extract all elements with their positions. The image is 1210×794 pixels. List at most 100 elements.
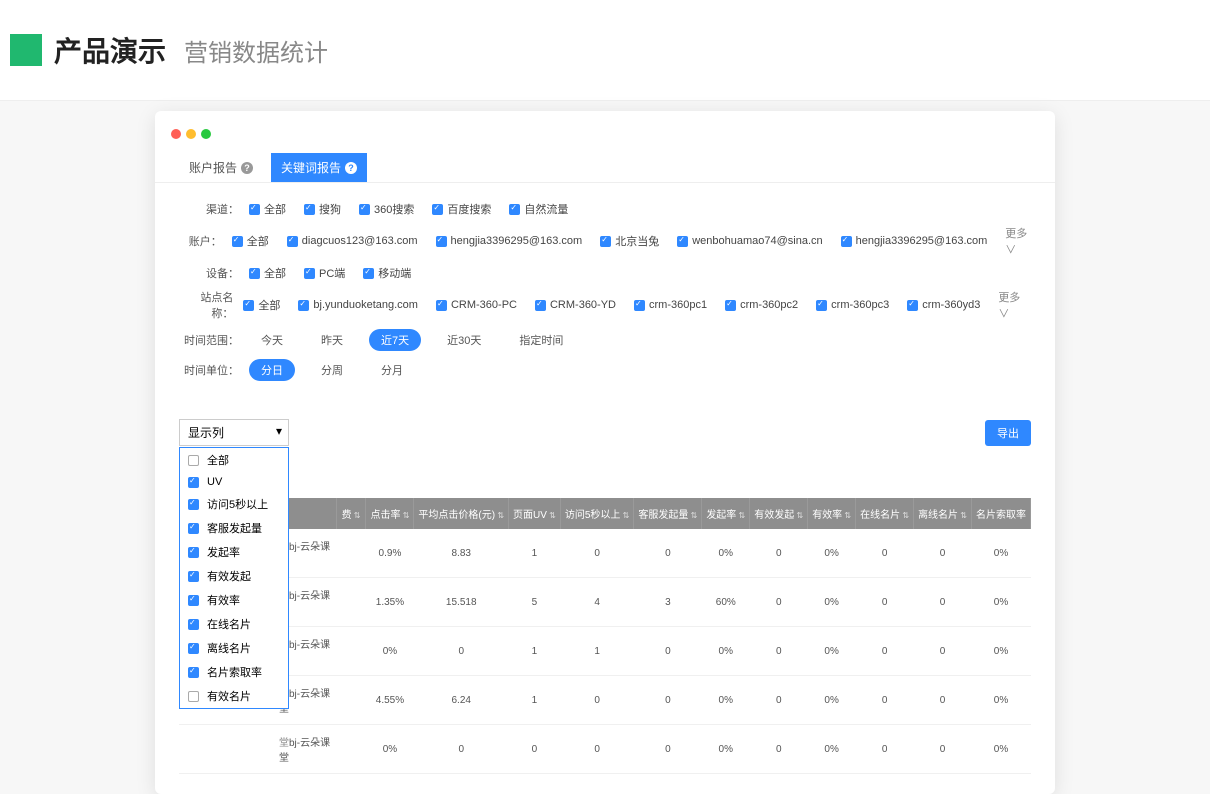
table-cell: 0 (914, 725, 972, 774)
channel-all[interactable]: 全部 (249, 201, 286, 217)
table-cell: 0% (972, 725, 1031, 774)
site-option[interactable]: crm-360pc1 (634, 299, 707, 311)
th-visit5s[interactable]: 访问5秒以上 (560, 498, 634, 529)
more-button[interactable]: 更多 (998, 289, 1031, 321)
more-button[interactable]: 更多 (1005, 225, 1031, 257)
table-cell: 0 (856, 725, 914, 774)
table-cell (336, 627, 366, 676)
site-option[interactable]: bj.yunduoketang.com (298, 299, 418, 311)
th-eff-init[interactable]: 有效发起 (750, 498, 808, 529)
th-kefu[interactable]: 客服发起量 (634, 498, 702, 529)
account-option[interactable]: hengjia3396295@163.com (841, 235, 988, 247)
table-cell: 0 (750, 676, 808, 725)
tab-keyword-report[interactable]: 关键词报告 (271, 153, 367, 182)
th-uv[interactable]: 页面UV (509, 498, 561, 529)
channel-baidu[interactable]: 百度搜索 (432, 201, 491, 217)
table-cell: 0% (808, 529, 856, 578)
maximize-icon[interactable] (201, 129, 211, 139)
table-cell: 4 (560, 578, 634, 627)
unit-month[interactable]: 分月 (369, 359, 415, 381)
table-cell: 0 (634, 725, 702, 774)
channel-360[interactable]: 360搜索 (359, 201, 414, 217)
site-option[interactable]: crm-360pc3 (816, 299, 889, 311)
dd-effective-rate[interactable]: 有效率 (180, 588, 288, 612)
table-cell: 0 (414, 627, 509, 676)
dd-kefu[interactable]: 客服发起量 (180, 516, 288, 540)
th-init-rate[interactable]: 发起率 (702, 498, 750, 529)
site-option[interactable]: 全部 (243, 297, 280, 313)
filter-label: 设备： (179, 265, 239, 281)
table-cell: 0 (634, 676, 702, 725)
table-cell: 0% (972, 529, 1031, 578)
th-online-card[interactable]: 在线名片 (856, 498, 914, 529)
dd-all[interactable]: 全部 (180, 448, 288, 472)
channel-organic[interactable]: 自然流量 (509, 201, 568, 217)
tab-account-report[interactable]: 账户报告 (179, 153, 263, 182)
unit-week[interactable]: 分周 (309, 359, 355, 381)
filter-time-range: 时间范围： 今天 昨天 近7天 近30天 指定时间 (179, 329, 1031, 351)
table-cell: 0 (856, 578, 914, 627)
account-option[interactable]: 北京当兔 (600, 233, 659, 249)
account-option[interactable]: hengjia3396295@163.com (436, 235, 583, 247)
help-icon[interactable] (345, 162, 357, 174)
site-option[interactable]: crm-360yd3 (907, 299, 980, 311)
dd-uv[interactable]: UV (180, 472, 288, 492)
table-cell: 0 (914, 529, 972, 578)
table-cell: 60% (702, 578, 750, 627)
dd-card-rate[interactable]: 名片索取率 (180, 660, 288, 684)
table-cell: 0 (856, 676, 914, 725)
filter-label: 账户： (179, 233, 222, 249)
table-cell: 0 (560, 725, 634, 774)
column-select[interactable]: 显示列 (179, 419, 289, 446)
table-cell: 0% (702, 676, 750, 725)
th-eff-rate[interactable]: 有效率 (808, 498, 856, 529)
range-30days[interactable]: 近30天 (435, 329, 493, 351)
dd-online-card[interactable]: 在线名片 (180, 612, 288, 636)
range-today[interactable]: 今天 (249, 329, 295, 351)
dd-offline-card[interactable]: 离线名片 (180, 636, 288, 660)
table-cell: 0 (914, 676, 972, 725)
table-cell: 0 (856, 627, 914, 676)
table-cell: 0 (560, 676, 634, 725)
th-card-rate[interactable]: 名片索取率 (972, 498, 1031, 529)
table-cell: 0% (972, 676, 1031, 725)
filter-label: 渠道： (179, 201, 239, 217)
unit-day[interactable]: 分日 (249, 359, 295, 381)
minimize-icon[interactable] (186, 129, 196, 139)
filter-label: 站点名称： (179, 289, 233, 321)
device-pc[interactable]: PC端 (304, 265, 345, 281)
th-avg-cpc[interactable]: 平均点击价格(元) (414, 498, 509, 529)
report-tabs: 账户报告 关键词报告 (155, 153, 1055, 183)
account-option[interactable]: 全部 (232, 233, 269, 249)
th-fee[interactable]: 费 (336, 498, 366, 529)
dd-visit5s[interactable]: 访问5秒以上 (180, 492, 288, 516)
export-button[interactable]: 导出 (985, 420, 1031, 446)
range-yesterday[interactable]: 昨天 (309, 329, 355, 351)
help-icon[interactable] (241, 162, 253, 174)
table-cell: 0 (414, 725, 509, 774)
table-cell: 0 (750, 725, 808, 774)
th-offline-card[interactable]: 离线名片 (914, 498, 972, 529)
table-cell: 1.35% (366, 578, 414, 627)
range-7days[interactable]: 近7天 (369, 329, 421, 351)
site-option[interactable]: crm-360pc2 (725, 299, 798, 311)
device-mobile[interactable]: 移动端 (363, 265, 411, 281)
dd-initiate-rate[interactable]: 发起率 (180, 540, 288, 564)
table-cell: 0% (808, 676, 856, 725)
table-cell: 0.9% (366, 529, 414, 578)
account-option[interactable]: diagcuos123@163.com (287, 235, 418, 247)
site-option[interactable]: CRM-360-PC (436, 299, 517, 311)
site-option[interactable]: CRM-360-YD (535, 299, 616, 311)
filter-device: 设备： 全部 PC端 移动端 (179, 265, 1031, 281)
device-all[interactable]: 全部 (249, 265, 286, 281)
filter-channel: 渠道： 全部 搜狗 360搜索 百度搜索 自然流量 (179, 201, 1031, 217)
channel-sogou[interactable]: 搜狗 (304, 201, 341, 217)
table-cell: 0 (856, 529, 914, 578)
th-ctr[interactable]: 点击率 (366, 498, 414, 529)
table-cell: 0% (808, 578, 856, 627)
close-icon[interactable] (171, 129, 181, 139)
dd-valid-card[interactable]: 有效名片 (180, 684, 288, 708)
dd-effective-initiate[interactable]: 有效发起 (180, 564, 288, 588)
range-custom[interactable]: 指定时间 (507, 329, 575, 351)
account-option[interactable]: wenbohuamao74@sina.cn (677, 235, 822, 247)
